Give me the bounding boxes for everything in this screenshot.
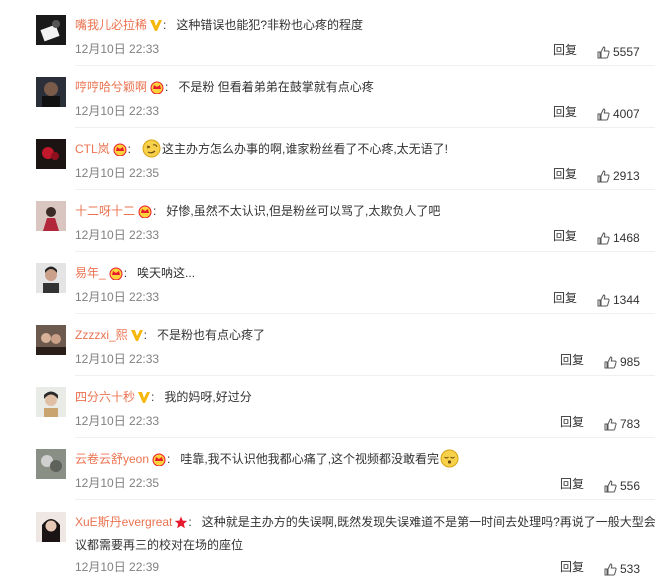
comment-time: 12月10日 22:39 bbox=[75, 560, 160, 574]
like-button[interactable]: 533 bbox=[604, 561, 640, 577]
avatar[interactable] bbox=[36, 512, 66, 542]
divider bbox=[75, 127, 655, 128]
username-link[interactable]: 十二呀十二 bbox=[75, 204, 135, 218]
comment-list: 嘴我儿必拉稀: 这种错误也能犯?非粉也心疼的程度 12月10日 22:33 回复 … bbox=[0, 0, 667, 582]
thumbs-up-icon bbox=[604, 355, 620, 369]
avatar[interactable] bbox=[36, 139, 66, 169]
divider bbox=[75, 251, 655, 252]
thumbs-up-icon bbox=[597, 293, 613, 307]
like-count: 985 bbox=[620, 355, 641, 369]
like-button[interactable]: 5557 bbox=[597, 44, 640, 60]
username-link[interactable]: Zzzzxi_熙 bbox=[75, 328, 128, 342]
thumbs-up-icon bbox=[604, 562, 620, 576]
vip-v-icon bbox=[137, 390, 151, 410]
like-button[interactable]: 1468 bbox=[597, 230, 640, 246]
reply-button[interactable]: 回复 bbox=[560, 476, 584, 492]
username-link[interactable]: 哼哼哈兮颖啊 bbox=[75, 80, 147, 94]
avatar[interactable] bbox=[36, 449, 66, 479]
like-button[interactable]: 2913 bbox=[597, 168, 640, 184]
vip-v-icon bbox=[130, 328, 144, 348]
comment-time: 12月10日 22:33 bbox=[75, 228, 160, 242]
thumbs-up-icon bbox=[597, 231, 613, 245]
reply-button[interactable]: 回复 bbox=[560, 559, 584, 575]
thumbs-up-icon bbox=[604, 479, 620, 493]
avatar[interactable] bbox=[36, 263, 66, 293]
comment-text: 这主办方怎么办事的啊,谁家粉丝看了不心疼,太无语了! bbox=[162, 142, 449, 156]
comment-time: 12月10日 22:33 bbox=[75, 290, 160, 304]
comment-text: 哇靠,我不认识他我都心痛了,这个视频都没敢看完 bbox=[180, 452, 440, 466]
like-count: 533 bbox=[620, 562, 641, 576]
comment-text: 这种错误也能犯?非粉也心疼的程度 bbox=[176, 18, 364, 32]
crown-icon bbox=[151, 452, 167, 472]
reply-button[interactable]: 回复 bbox=[560, 414, 584, 430]
crown-icon bbox=[137, 204, 153, 224]
crown-icon bbox=[108, 266, 124, 286]
comment-time: 12月10日 22:35 bbox=[75, 166, 160, 180]
comment-text: 我的妈呀,好过分 bbox=[164, 390, 252, 404]
divider bbox=[75, 65, 655, 66]
like-button[interactable]: 556 bbox=[604, 478, 640, 494]
comment-time: 12月10日 22:33 bbox=[75, 352, 160, 366]
reply-button[interactable]: 回复 bbox=[553, 42, 577, 58]
like-button[interactable]: 4007 bbox=[597, 106, 640, 122]
sleepy-emoji-icon bbox=[440, 449, 459, 474]
like-count: 2913 bbox=[613, 169, 640, 183]
divider bbox=[75, 499, 655, 500]
like-count: 1344 bbox=[613, 293, 640, 307]
avatar[interactable] bbox=[36, 77, 66, 107]
avatar[interactable] bbox=[36, 201, 66, 231]
like-count: 783 bbox=[620, 417, 641, 431]
username-link[interactable]: CTL岚 bbox=[75, 142, 110, 156]
username-link[interactable]: 四分六十秒 bbox=[75, 390, 135, 404]
comment-text: 不是粉也有点心疼了 bbox=[157, 328, 266, 342]
divider bbox=[75, 437, 655, 438]
like-count: 5557 bbox=[613, 45, 640, 59]
thumbs-up-icon bbox=[597, 45, 613, 59]
comment-time: 12月10日 22:33 bbox=[75, 414, 160, 428]
comment-time: 12月10日 22:35 bbox=[75, 476, 160, 490]
like-count: 1468 bbox=[613, 231, 640, 245]
like-button[interactable]: 783 bbox=[604, 416, 640, 432]
avatar[interactable] bbox=[36, 15, 66, 45]
vip-v-icon bbox=[149, 18, 163, 38]
username-link[interactable]: 云卷云舒yeon bbox=[75, 452, 149, 466]
username-link[interactable]: XuE斯丹evergreat bbox=[75, 515, 172, 529]
thumbs-up-icon bbox=[604, 417, 620, 431]
divider bbox=[75, 189, 655, 190]
thumbs-up-icon bbox=[597, 107, 613, 121]
crown-icon bbox=[149, 80, 165, 100]
reply-button[interactable]: 回复 bbox=[553, 228, 577, 244]
like-count: 556 bbox=[620, 479, 641, 493]
reply-button[interactable]: 回复 bbox=[553, 104, 577, 120]
reply-button[interactable]: 回复 bbox=[553, 166, 577, 182]
like-count: 4007 bbox=[613, 107, 640, 121]
like-button[interactable]: 1344 bbox=[597, 292, 640, 308]
reply-button[interactable]: 回复 bbox=[560, 352, 584, 368]
thumbs-up-icon bbox=[597, 169, 613, 183]
divider bbox=[75, 375, 655, 376]
like-button[interactable]: 985 bbox=[604, 354, 640, 370]
comment-text: 唉天呐这... bbox=[137, 266, 196, 280]
comment-text: 好惨,虽然不太认识,但是粉丝可以骂了,太欺负人了吧 bbox=[166, 204, 441, 218]
avatar[interactable] bbox=[36, 387, 66, 417]
avatar[interactable] bbox=[36, 325, 66, 355]
comment-text: 不是粉 但看着弟弟在鼓掌就有点心疼 bbox=[178, 80, 374, 94]
comment-time: 12月10日 22:33 bbox=[75, 42, 160, 56]
crown-icon bbox=[112, 142, 128, 162]
username-link[interactable]: 嘴我儿必拉稀 bbox=[75, 18, 147, 32]
reply-button[interactable]: 回复 bbox=[553, 290, 577, 306]
red-star-icon bbox=[174, 515, 188, 535]
username-link[interactable]: 易年_ bbox=[75, 266, 106, 280]
comment-time: 12月10日 22:33 bbox=[75, 104, 160, 118]
divider bbox=[75, 313, 655, 314]
dizzy-emoji-icon bbox=[142, 139, 161, 164]
